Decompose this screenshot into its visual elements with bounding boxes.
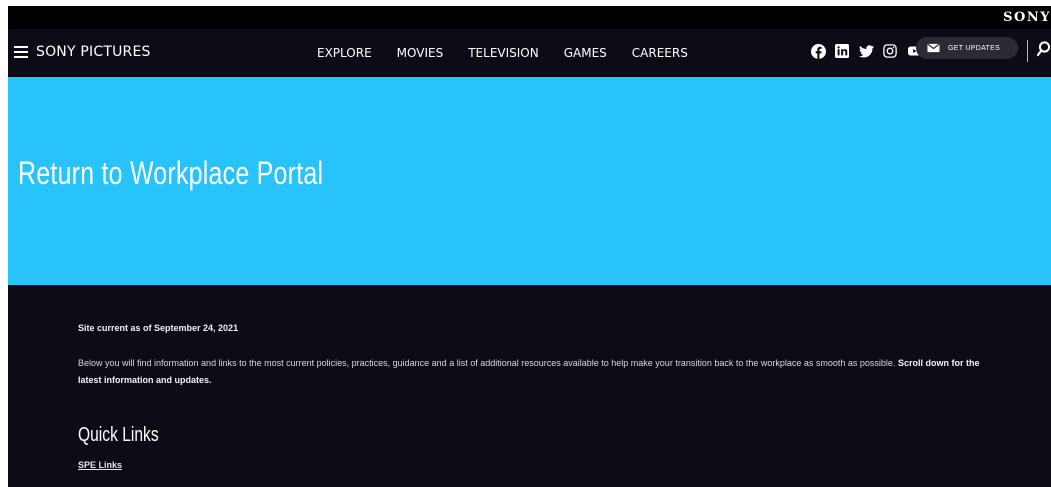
search-icon[interactable] <box>1036 41 1051 62</box>
site-logo[interactable]: SONY PICTURES <box>36 44 151 60</box>
quick-links-heading: Quick Links <box>78 424 159 446</box>
spe-links-link[interactable]: SPE Links <box>78 460 122 470</box>
page-title: Return to Workplace Portal <box>18 155 324 191</box>
intro-text: Below you will find information and link… <box>78 358 896 368</box>
facebook-icon[interactable] <box>809 42 827 60</box>
hamburger-menu-icon[interactable] <box>14 46 28 58</box>
get-updates-label: GET UPDATES <box>948 44 1001 52</box>
twitter-icon[interactable] <box>857 42 875 60</box>
nav-link-explore[interactable]: EXPLORE <box>317 46 372 60</box>
sony-logo[interactable]: SONY <box>1003 10 1051 25</box>
nav-link-games[interactable]: GAMES <box>564 46 607 60</box>
intro-paragraph: Below you will find information and link… <box>78 355 998 389</box>
nav-link-careers[interactable]: CAREERS <box>632 46 688 60</box>
corporate-brand-bar: SONY <box>8 6 1051 29</box>
nav-link-television[interactable]: TELEVISION <box>468 46 539 60</box>
social-links <box>809 42 929 60</box>
nav-links: EXPLORE MOVIES TELEVISION GAMES CAREERS <box>317 46 713 60</box>
page-frame: SONY SONY PICTURES EXPLORE MOVIES TELEVI… <box>8 6 1051 487</box>
nav-link-movies[interactable]: MOVIES <box>397 46 444 60</box>
instagram-icon[interactable] <box>881 42 899 60</box>
nav-divider <box>1027 40 1028 62</box>
linkedin-icon[interactable] <box>833 42 851 60</box>
site-current-date: Site current as of September 24, 2021 <box>78 323 239 333</box>
main-navigation: SONY PICTURES EXPLORE MOVIES TELEVISION … <box>8 29 1051 77</box>
hero-banner: Return to Workplace Portal <box>8 77 1051 285</box>
get-updates-button[interactable]: GET UPDATES <box>916 37 1018 59</box>
mail-icon <box>927 43 940 53</box>
